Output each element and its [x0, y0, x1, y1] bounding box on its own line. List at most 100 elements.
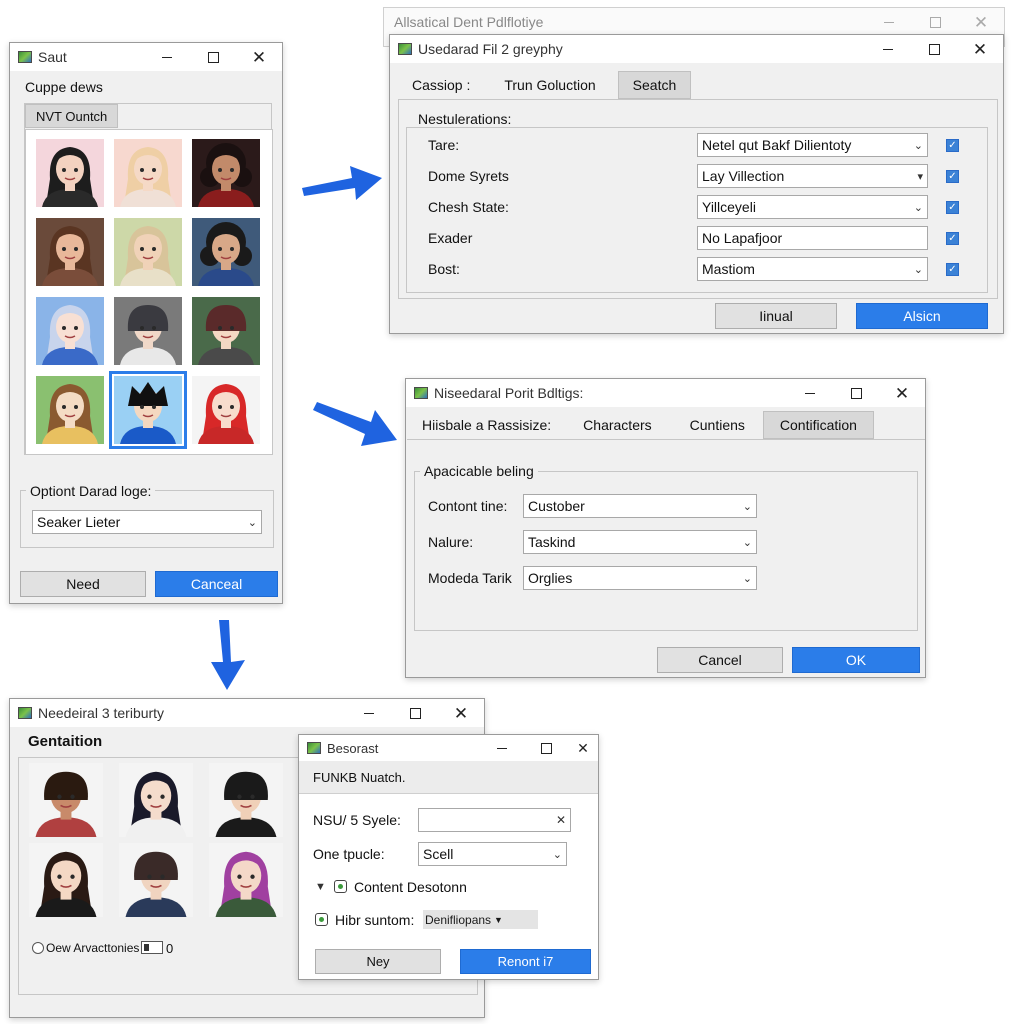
- tab-nvt-ountch[interactable]: NVT Ountch: [25, 104, 119, 128]
- content-checkbox[interactable]: [334, 880, 347, 893]
- caret-down-icon: ▼: [494, 914, 503, 925]
- option-toggle[interactable]: [141, 941, 163, 954]
- cancel-button[interactable]: Cancel: [657, 647, 783, 673]
- setting-input[interactable]: No Lapafjoor: [697, 226, 928, 250]
- window-title: Needeiral 3 teriburty: [38, 705, 165, 721]
- tab-cuntiens[interactable]: Cuntiens: [672, 411, 763, 439]
- bg-minimize-button[interactable]: [866, 8, 912, 36]
- clear-icon[interactable]: ✕: [556, 813, 566, 827]
- tab-seatch[interactable]: Seatch: [617, 71, 692, 99]
- need-button[interactable]: Need: [20, 571, 146, 597]
- setting-select[interactable]: Orglies ⌄: [523, 566, 757, 590]
- needeiral-titlebar: Needeiral 3 teriburty ✕: [10, 699, 484, 727]
- window-title: Niseedaral Porit Bdltigs:: [434, 385, 584, 401]
- hibr-checkbox[interactable]: [315, 913, 328, 926]
- avatar-thumbnail[interactable]: [114, 218, 182, 286]
- hibr-suntom-dropdown[interactable]: Denifliopans ▼: [423, 910, 538, 929]
- maximize-button[interactable]: [911, 35, 957, 63]
- setting-select[interactable]: Yillceyeli ⌄: [697, 195, 928, 219]
- maximize-button[interactable]: [392, 699, 438, 727]
- setting-label: Exader: [428, 230, 473, 246]
- chevron-down-icon: ⌄: [552, 848, 562, 861]
- close-button[interactable]: ✕: [438, 699, 484, 727]
- setting-value: Orglies: [528, 570, 573, 586]
- tab-cassiop[interactable]: Cassiop :: [398, 71, 484, 99]
- nsu-label: NSU/ 5 Syele:: [313, 812, 401, 828]
- avatar-thumbnail[interactable]: [192, 297, 260, 365]
- setting-select[interactable]: Lay Villection ▾: [697, 164, 928, 188]
- maximize-button[interactable]: [833, 379, 879, 407]
- tab-hiisbale[interactable]: Hiisbale a Rassisize:: [410, 411, 563, 439]
- canceal-button[interactable]: Canceal: [155, 571, 278, 597]
- avatar-thumbnail[interactable]: [36, 376, 104, 444]
- option-group-label: Optiont Darad loge:: [26, 483, 156, 499]
- tab-characters[interactable]: Characters: [563, 411, 671, 439]
- one-tpucle-select[interactable]: Scell ⌄: [418, 842, 567, 866]
- maximize-button[interactable]: [190, 43, 236, 71]
- setting-value: Yillceyeli: [702, 199, 756, 215]
- option-radio[interactable]: [32, 942, 44, 954]
- avatar-thumbnail[interactable]: [36, 297, 104, 365]
- iinual-button[interactable]: Iinual: [715, 303, 837, 329]
- arrow-down-icon: [211, 620, 245, 690]
- setting-select[interactable]: Custober ⌄: [523, 494, 757, 518]
- ney-button[interactable]: Ney: [315, 949, 441, 974]
- setting-checkbox[interactable]: ✓: [946, 201, 959, 214]
- setting-label: Tare:: [428, 137, 460, 153]
- avatar-thumbnail[interactable]: [118, 763, 194, 837]
- avatar-thumbnail[interactable]: [192, 376, 260, 444]
- avatar-thumbnail[interactable]: [28, 763, 104, 837]
- tab-contification[interactable]: Contification: [762, 411, 874, 439]
- avatar-thumbnail[interactable]: [109, 371, 187, 449]
- setting-checkbox[interactable]: ✓: [946, 263, 959, 276]
- avatar-thumbnail[interactable]: [118, 843, 194, 917]
- avatar-thumbnail[interactable]: [114, 139, 182, 207]
- background-window-title: Allsatical Dent Pdlflotiye: [394, 14, 544, 30]
- avatar-thumbnail[interactable]: [36, 218, 104, 286]
- renont-button[interactable]: Renont i7: [460, 949, 591, 974]
- minimize-button[interactable]: [480, 734, 524, 762]
- avatar-thumbnail[interactable]: [192, 139, 260, 207]
- minimize-button[interactable]: [346, 699, 392, 727]
- bg-maximize-button[interactable]: [912, 8, 958, 36]
- setting-select[interactable]: Mastiom ⌄: [697, 257, 928, 281]
- setting-select[interactable]: Taskind ⌄: [523, 530, 757, 554]
- setting-value: Custober: [528, 498, 585, 514]
- option-select[interactable]: Seaker Lieter ⌄: [32, 510, 262, 534]
- maximize-button[interactable]: [524, 734, 568, 762]
- avatar-thumbnail[interactable]: [28, 843, 104, 917]
- besorast-titlebar: Besorast ✕: [299, 735, 598, 761]
- minimize-button[interactable]: [787, 379, 833, 407]
- tab-trun-goluction[interactable]: Trun Goluction: [490, 71, 609, 99]
- avatar-thumbnail[interactable]: [192, 218, 260, 286]
- setting-label: Chesh State:: [428, 199, 509, 215]
- close-button[interactable]: ✕: [236, 43, 282, 71]
- setting-checkbox[interactable]: ✓: [946, 170, 959, 183]
- bg-close-button[interactable]: ✕: [958, 8, 1004, 36]
- setting-select[interactable]: Netel qut Bakf Dilientoty ⌄: [697, 133, 928, 157]
- close-button[interactable]: ✕: [879, 379, 925, 407]
- saut-titlebar: Saut ✕: [10, 43, 282, 71]
- niseedaral-tabs: Hiisbale a Rassisize: Characters Cuntien…: [410, 411, 874, 439]
- setting-checkbox[interactable]: ✓: [946, 139, 959, 152]
- arrow-right-icon: [302, 166, 382, 200]
- minimize-button[interactable]: [144, 43, 190, 71]
- avatar-thumbnail[interactable]: [36, 139, 104, 207]
- close-button[interactable]: ✕: [957, 35, 1003, 63]
- nestulerations-label: Nestulerations:: [414, 111, 516, 127]
- avatar-thumbnail[interactable]: [208, 763, 284, 837]
- section-heading: Gentaition: [28, 733, 103, 750]
- avatar-thumbnail[interactable]: [208, 843, 284, 917]
- setting-checkbox[interactable]: ✓: [946, 232, 959, 245]
- setting-value: Lay Villection: [702, 168, 785, 184]
- ok-button[interactable]: OK: [792, 647, 920, 673]
- avatar-thumbnail[interactable]: [114, 297, 182, 365]
- nsu-input[interactable]: ✕: [418, 808, 571, 832]
- close-button[interactable]: ✕: [568, 734, 598, 762]
- option-count: 0: [166, 941, 174, 956]
- checkbox-mark: [338, 884, 343, 889]
- saut-window: Saut ✕ Cuppe dews NVT Ountch Optiont Dar…: [9, 42, 283, 604]
- minimize-button[interactable]: [865, 35, 911, 63]
- alsicn-button[interactable]: Alsicn: [856, 303, 988, 329]
- app-icon: [414, 387, 428, 399]
